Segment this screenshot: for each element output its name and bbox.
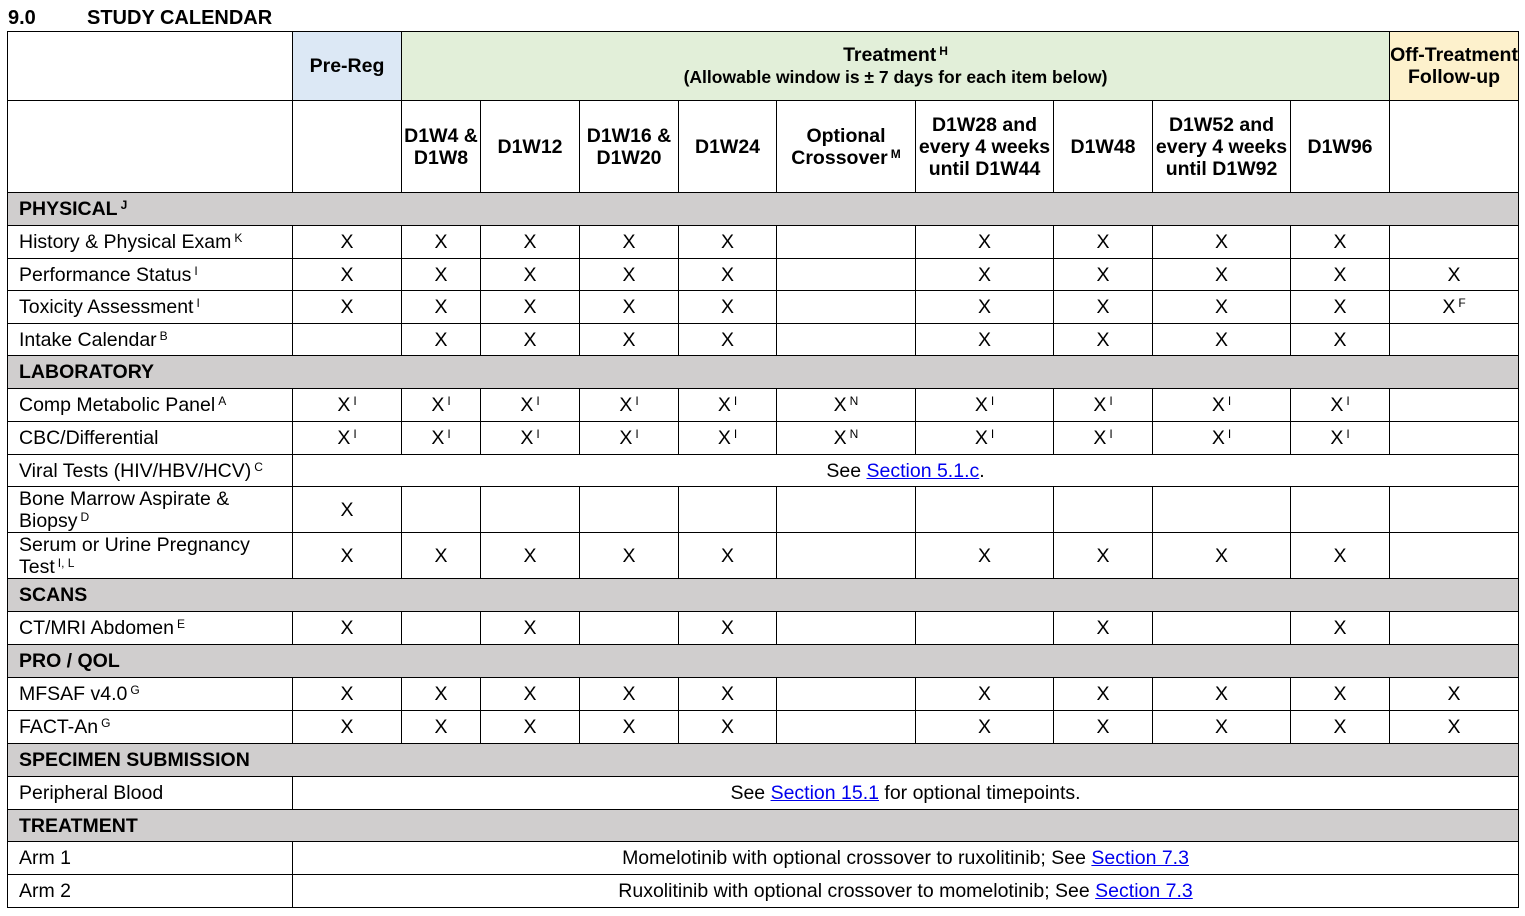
row-label: CT/MRI Abdomen E <box>7 611 293 645</box>
viral-note: See Section 5.1.c. <box>291 454 1520 487</box>
visit-d1w4-d1w8: D1W4 & D1W8 <box>401 100 481 193</box>
table-row-toxicity: Toxicity Assessment I XXX XX XXX X XF <box>7 290 1520 324</box>
row-label: Intake Calendar B <box>7 323 293 356</box>
blood-note: See Section 15.1 for optional timepoints… <box>291 776 1520 810</box>
arm1-note: Momelotinib with optional crossover to r… <box>291 841 1520 875</box>
section-heading: 9.0 STUDY CALENDAR <box>8 6 272 30</box>
section-7-3-link[interactable]: Section 7.3 <box>1091 847 1189 869</box>
table-row-mfsaf: MFSAF v4.0 G XXX XX XXX XX <box>7 677 1520 711</box>
row-label: Comp Metabolic Panel A <box>7 388 293 422</box>
corner-cell <box>7 31 293 101</box>
phase-header-row: Pre-Reg Treatment H (Allowable window is … <box>7 31 1520 101</box>
table-row-intake: Intake Calendar B XX XX XXX X <box>7 323 1520 356</box>
section-row-pro-qol: PRO / QOL <box>6 644 1520 678</box>
visit-d1w96: D1W96 <box>1289 100 1391 193</box>
row-label: Performance Status I <box>7 258 293 291</box>
visit-d1w52-d1w92: D1W52 and every 4 weeks until D1W92 <box>1152 100 1291 193</box>
row-label: Serum or Urine Pregnancy Test I, L <box>7 532 293 579</box>
visit-d1w48: D1W48 <box>1053 100 1153 193</box>
table-row-performance: Performance Status I XXX XX XXX XX <box>7 258 1520 291</box>
section-row-treatment: TREATMENT <box>6 809 1520 842</box>
row-label: CBC/Differential <box>7 421 293 455</box>
table-row-arm2: Arm 2 Ruxolitinib with optional crossove… <box>7 874 1520 908</box>
row-label: Arm 1 <box>7 841 293 875</box>
table-row-cmp: Comp Metabolic Panel A XI XI XI XI XI XN … <box>7 388 1520 422</box>
visit-header-row: D1W4 & D1W8 D1W12 D1W16 & D1W20 D1W24 Op… <box>7 100 1520 193</box>
row-label: History & Physical Exam K <box>7 225 293 259</box>
table-row-marrow: Bone Marrow Aspirate & Biopsy D X <box>7 486 1520 533</box>
section-row-laboratory: LABORATORY <box>6 355 1520 389</box>
visit-optional-crossover: Optional Crossover M <box>776 100 916 193</box>
table-row-fact-an: FACT-An G XXX XX XXX XX <box>7 710 1520 744</box>
section-number: 9.0 <box>8 7 36 29</box>
section-7-3-link[interactable]: Section 7.3 <box>1095 880 1193 902</box>
table-row-history: History & Physical Exam K XXX XX XXX X <box>7 225 1520 259</box>
off-treatment-header: Off-Treatment Follow-up <box>1389 31 1520 101</box>
allowable-window-note: (Allowable window is ± 7 days for each i… <box>683 67 1108 87</box>
row-label: Peripheral Blood <box>7 776 293 810</box>
section-5-1-c-link[interactable]: Section 5.1.c <box>867 460 980 482</box>
arm2-note: Ruxolitinib with optional crossover to m… <box>291 874 1520 908</box>
section-row-physical: PHYSICAL J <box>6 192 1520 226</box>
row-label: MFSAF v4.0 G <box>7 677 293 711</box>
visit-d1w12: D1W12 <box>480 100 580 193</box>
table-row-viral: Viral Tests (HIV/HBV/HCV) C See Section 5… <box>7 454 1520 487</box>
pre-reg-header: Pre-Reg <box>292 31 402 101</box>
table-row-ct: CT/MRI Abdomen E XX X X X <box>7 611 1520 645</box>
study-calendar-table: Pre-Reg Treatment H (Allowable window is … <box>6 31 1520 908</box>
table-row-blood: Peripheral Blood See Section 15.1 for op… <box>7 776 1520 810</box>
section-row-scans: SCANS <box>6 578 1520 612</box>
row-label: FACT-An G <box>7 710 293 744</box>
table-row-pregnancy: Serum or Urine Pregnancy Test I, L XXX XX… <box>7 532 1520 579</box>
visit-d1w24: D1W24 <box>678 100 777 193</box>
section-title: STUDY CALENDAR <box>87 7 273 29</box>
row-label: Arm 2 <box>7 874 293 908</box>
treatment-header: Treatment H (Allowable window is ± 7 days… <box>400 31 1391 101</box>
row-label: Viral Tests (HIV/HBV/HCV) C <box>7 454 293 487</box>
table-row-cbc: CBC/Differential XI XI XI XI XI XN XI XI… <box>7 421 1520 455</box>
section-row-specimen: SPECIMEN SUBMISSION <box>6 743 1520 777</box>
visit-d1w16-d1w20: D1W16 & D1W20 <box>579 100 679 193</box>
table-row-arm1: Arm 1 Momelotinib with optional crossove… <box>7 841 1520 875</box>
row-label: Toxicity Assessment I <box>7 290 293 324</box>
visit-d1w28-d1w44: D1W28 and every 4 weeks until D1W44 <box>915 100 1054 193</box>
row-label: Bone Marrow Aspirate & Biopsy D <box>7 486 293 533</box>
section-15-1-link[interactable]: Section 15.1 <box>771 782 879 804</box>
